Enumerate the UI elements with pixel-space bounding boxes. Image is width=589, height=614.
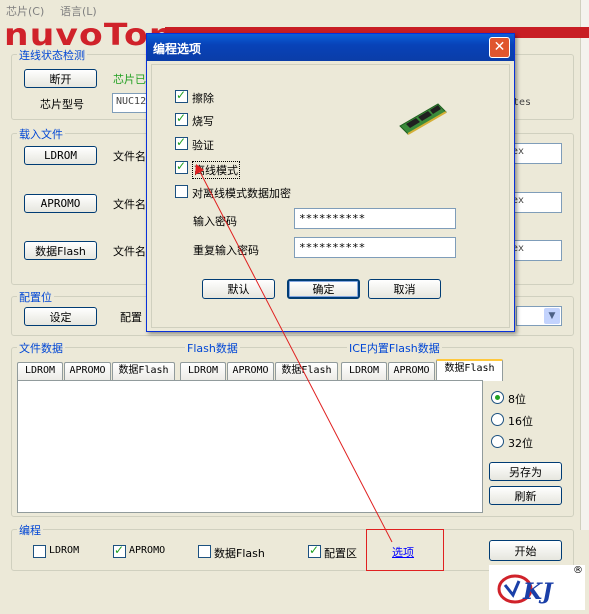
ok-button[interactable]: 确定 [287, 279, 360, 299]
offline-mode-label: 离线模式 [192, 161, 240, 179]
radio-8bit-label: 8位 [508, 393, 526, 406]
ldrom-load-button[interactable]: LDROM [24, 146, 97, 165]
erase-label: 擦除 [192, 92, 214, 105]
radio-16bit[interactable] [491, 413, 504, 426]
cancel-button[interactable]: 取消 [368, 279, 441, 299]
aprom-load-button[interactable]: APROMO [24, 194, 97, 213]
aprom-file-field[interactable]: ex [508, 192, 562, 213]
ckj-watermark: KJ ® [489, 565, 585, 610]
verify-label: 验证 [192, 139, 214, 152]
offline-mode-checkbox[interactable] [175, 159, 188, 174]
dataflash-file-field[interactable]: ex [508, 240, 562, 261]
program-title: 编程 [17, 522, 43, 538]
dataflash-load-button[interactable]: 数据Flash [24, 241, 97, 260]
radio-8bit[interactable] [491, 391, 504, 404]
tab-ldrom[interactable]: LDROM [17, 362, 63, 380]
connection-title: 连线状态检测 [17, 47, 87, 63]
chip-status: 芯片已 [113, 73, 146, 86]
dialog-title: 编程选项 [153, 42, 202, 56]
program-config-label: 配置区 [324, 547, 357, 560]
config-set-button[interactable]: 设定 [24, 307, 97, 326]
connection-right-text: tes [513, 97, 532, 108]
svg-text:KJ: KJ [522, 579, 554, 605]
file-data-title: 文件数据 [17, 340, 65, 356]
flash-data-title: Flash数据 [185, 340, 240, 356]
tab-flash-ldrom[interactable]: LDROM [180, 362, 226, 380]
default-button[interactable]: 默认 [202, 279, 275, 299]
refresh-button[interactable]: 刷新 [489, 486, 562, 505]
repeat-password-label: 重复输入密码 [193, 244, 259, 257]
options-link[interactable]: 选项 [392, 544, 414, 560]
dialog-titlebar[interactable]: 编程选项 ✕ [147, 34, 514, 61]
save-as-button[interactable]: 另存为 [489, 462, 562, 481]
password-label: 输入密码 [193, 215, 237, 228]
burn-label: 烧写 [192, 115, 214, 128]
window-scrollbar[interactable] [580, 0, 589, 530]
ldrom-file-label: 文件名 [113, 150, 146, 163]
program-dataflash-checkbox[interactable] [198, 545, 211, 558]
burn-checkbox[interactable] [175, 111, 188, 126]
radio-32bit-label: 32位 [508, 437, 533, 450]
verify-checkbox[interactable] [175, 135, 188, 150]
chevron-down-icon[interactable]: ▼ [544, 308, 560, 324]
disconnect-button[interactable]: 断开 [24, 69, 97, 88]
password-input[interactable]: ********** [294, 208, 456, 229]
tab-ice-dataflash[interactable]: 数据Flash [436, 359, 503, 381]
tab-flash-dataflash[interactable]: 数据Flash [275, 362, 338, 380]
load-files-title: 载入文件 [17, 126, 65, 142]
program-aprom-label: APROMO [129, 545, 166, 556]
program-aprom-checkbox[interactable] [113, 543, 126, 558]
chip-model-label: 芯片型号 [40, 98, 84, 111]
aprom-file-label: 文件名 [113, 198, 146, 211]
memory-chip-icon [399, 103, 447, 135]
radio-16bit-label: 16位 [508, 415, 533, 428]
repeat-password-input[interactable]: ********** [294, 237, 456, 258]
menu-language[interactable]: 语言(L) [60, 3, 97, 19]
tab-ice-ldrom[interactable]: LDROM [341, 362, 387, 380]
ldrom-file-field[interactable]: ex [508, 143, 562, 164]
menu-chip[interactable]: 芯片(C) [6, 3, 44, 19]
program-ldrom-label: LDROM [49, 545, 80, 556]
start-button[interactable]: 开始 [489, 540, 562, 561]
program-dataflash-label: 数据Flash [214, 547, 265, 560]
program-ldrom-checkbox[interactable] [33, 545, 46, 558]
tab-dataflash[interactable]: 数据Flash [112, 362, 175, 380]
encrypt-offline-checkbox[interactable] [175, 185, 188, 198]
tab-flash-aprom[interactable]: APROMO [227, 362, 274, 380]
ckj-logo-icon: KJ [497, 574, 554, 605]
dataflash-file-label: 文件名 [113, 245, 146, 258]
erase-checkbox[interactable] [175, 88, 188, 103]
config-label: 配置 [120, 311, 142, 324]
registered-mark: ® [573, 565, 583, 576]
data-view-area[interactable] [17, 380, 483, 513]
program-config-checkbox[interactable] [308, 543, 321, 558]
programming-options-dialog: 编程选项 ✕ 擦除 烧写 验证 离线模式 对离线模式数据加密 输入密码 ****… [146, 33, 515, 332]
tab-ice-aprom[interactable]: APROMO [388, 362, 435, 380]
config-dropdown[interactable]: ▼ [516, 306, 562, 326]
encrypt-offline-label: 对离线模式数据加密 [192, 187, 291, 200]
ice-flash-data-title: ICE内置Flash数据 [347, 340, 442, 356]
menubar: 芯片(C) 语言(L) [0, 0, 589, 18]
radio-32bit[interactable] [491, 435, 504, 448]
close-icon[interactable]: ✕ [489, 37, 510, 58]
tab-aprom[interactable]: APROMO [64, 362, 111, 380]
config-title: 配置位 [17, 289, 54, 305]
